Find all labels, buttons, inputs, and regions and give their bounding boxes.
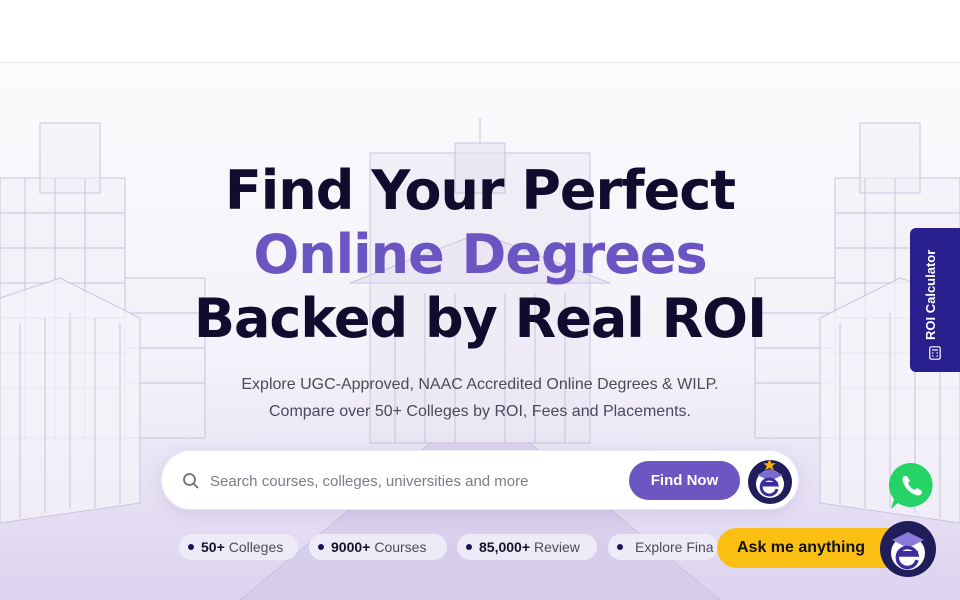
hero-headline: Find Your Perfect Online Degrees Backed … [0, 159, 960, 351]
subtitle-line-1: Explore UGC-Approved, NAAC Accredited On… [241, 376, 719, 393]
subtitle-line-2: Compare over 50+ Colleges by ROI, Fees a… [269, 403, 691, 420]
stat-value: 9000+ [331, 539, 371, 555]
chatbot-avatar-icon[interactable] [878, 520, 938, 578]
stat-chip-explore[interactable]: Explore Fina [608, 534, 718, 560]
roi-calculator-label: ROI Calculator [923, 249, 938, 340]
headline-line-2: Online Degrees [253, 223, 707, 286]
hero-subtitle: Explore UGC-Approved, NAAC Accredited On… [0, 371, 960, 425]
stat-label: Colleges [228, 539, 284, 555]
stat-label: Explore Fina [635, 539, 714, 555]
headline-line-3: Backed by Real ROI [193, 287, 767, 350]
headline-line-1: Find Your Perfect [224, 159, 736, 222]
top-navigation-bar [0, 0, 960, 63]
roi-calculator-tab[interactable]: ROI Calculator [910, 228, 960, 372]
search-icon [182, 472, 200, 495]
whatsapp-icon[interactable] [886, 460, 938, 512]
search-input[interactable] [210, 465, 620, 497]
stat-label: Courses [374, 539, 427, 555]
stat-label: Review [534, 539, 580, 555]
graduation-bot-icon[interactable] [747, 458, 793, 505]
find-now-button[interactable]: Find Now [629, 461, 740, 500]
hero-section: Find Your Perfect Online Degrees Backed … [0, 63, 960, 600]
search-bar: Find Now [161, 450, 799, 510]
stat-chip-courses: 9000+ Courses [309, 534, 447, 560]
calculator-icon [929, 346, 941, 365]
stat-value: 85,000+ [479, 539, 530, 555]
stat-value: 50+ [201, 539, 225, 555]
stat-chip-colleges: 50+ Colleges [179, 534, 298, 560]
stat-chip-review: 85,000+ Review [457, 534, 597, 560]
